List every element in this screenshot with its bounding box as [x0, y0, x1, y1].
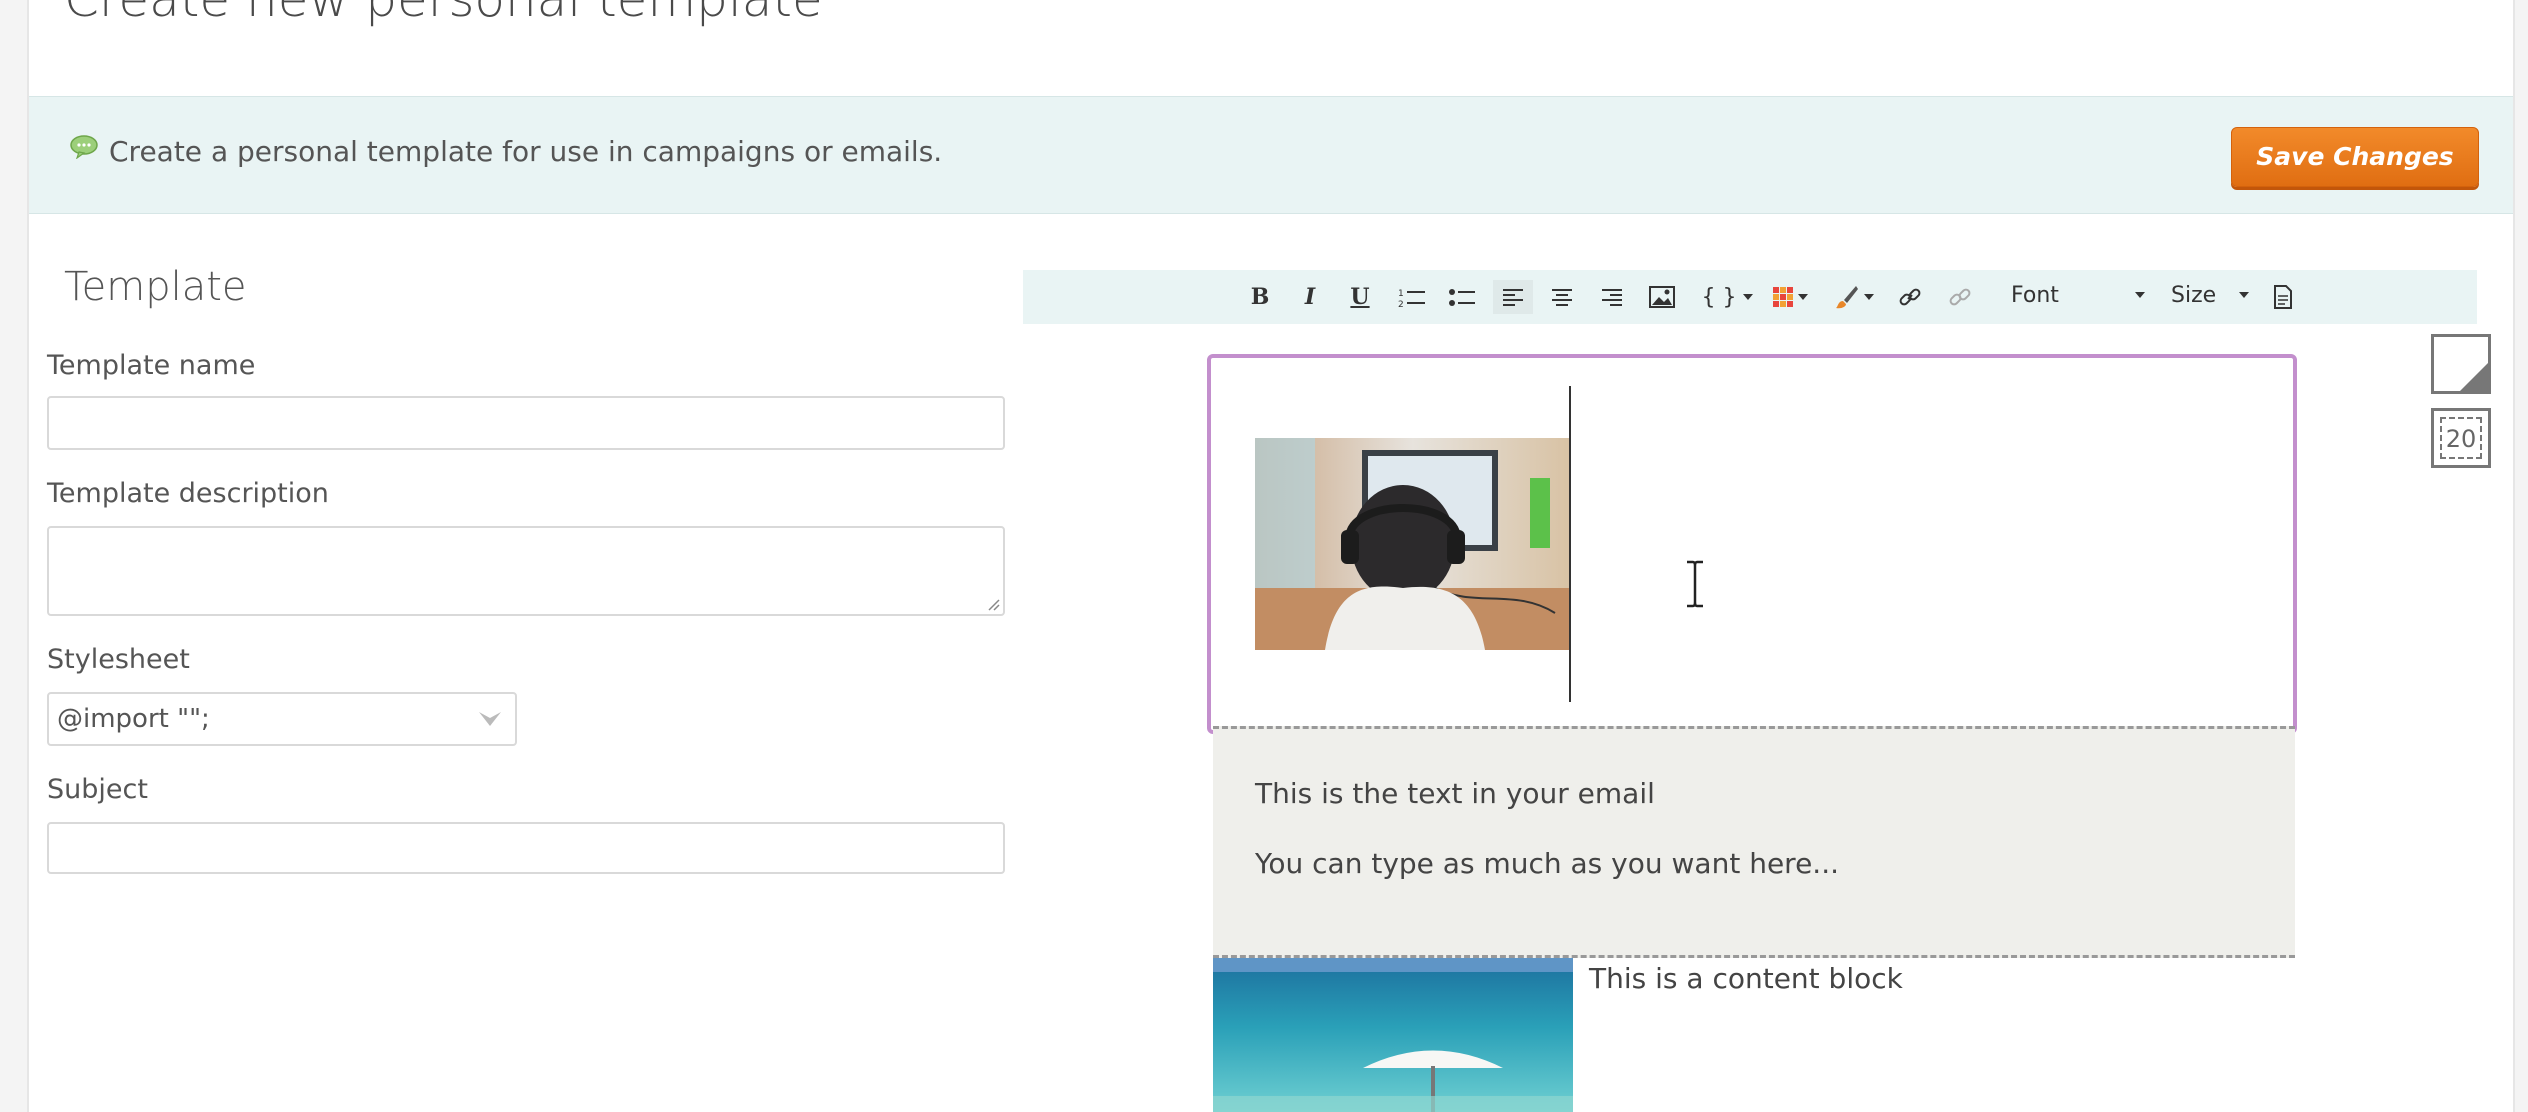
template-name-label: Template name: [47, 350, 256, 381]
text-content-block[interactable]: This is the text in your email You can t…: [1213, 726, 2295, 958]
subject-input[interactable]: [47, 822, 1005, 874]
stylesheet-value: @import "";: [57, 704, 210, 734]
resize-grip-icon[interactable]: [986, 597, 1000, 611]
font-dropdown-label: Font: [2011, 283, 2059, 308]
color-button[interactable]: [1831, 280, 1877, 314]
chevron-down-icon: [479, 712, 501, 726]
stylesheet-label: Stylesheet: [47, 644, 190, 675]
svg-text:1: 1: [1398, 289, 1404, 299]
source-icon[interactable]: [2267, 280, 2299, 314]
size-dropdown[interactable]: Size: [2171, 278, 2253, 314]
color-brush-icon: [1836, 286, 1858, 309]
align-left-icon[interactable]: [1493, 280, 1533, 314]
caret-down-icon: [2239, 292, 2249, 298]
ordered-list-icon[interactable]: 12: [1395, 280, 1429, 314]
info-message: Create a personal template for use in ca…: [109, 135, 943, 168]
align-center-icon[interactable]: [1545, 280, 1579, 314]
unlink-icon[interactable]: [1943, 280, 1977, 314]
blank-layout-icon[interactable]: [2431, 334, 2491, 394]
template-description-field[interactable]: [47, 526, 1005, 616]
merge-field-button[interactable]: { }: [1697, 280, 1757, 314]
layout-count: 20: [2440, 417, 2482, 459]
layout-count-icon[interactable]: 20: [2431, 408, 2491, 468]
info-bar: Create a personal template for use in ca…: [29, 96, 2513, 214]
size-dropdown-label: Size: [2171, 283, 2217, 308]
page-title: Create new personal template: [64, 0, 823, 28]
unordered-list-icon[interactable]: [1445, 280, 1479, 314]
font-dropdown[interactable]: Font: [2011, 278, 2149, 314]
speech-bubble-icon: [69, 135, 99, 160]
svg-text:2: 2: [1398, 300, 1404, 308]
bold-button[interactable]: B: [1245, 280, 1275, 314]
stylesheet-select[interactable]: @import "";: [47, 692, 517, 746]
caret-down-icon: [1798, 294, 1808, 300]
editor-toolbar: B I U 12 { } Font Size: [1023, 270, 2477, 324]
italic-button[interactable]: I: [1295, 280, 1325, 314]
save-changes-button[interactable]: Save Changes: [2231, 127, 2479, 187]
text-cursor-icon: [1687, 560, 1703, 608]
caret-down-icon: [2135, 292, 2145, 298]
image-icon[interactable]: [1645, 280, 1679, 314]
caret-down-icon: [1742, 294, 1753, 300]
header-image[interactable]: [1255, 438, 1571, 650]
template-description-label: Template description: [47, 478, 329, 509]
page-container: Create new personal template Create a pe…: [27, 0, 2515, 1112]
merge-field-icon: { }: [1701, 284, 1737, 310]
caret-down-icon: [1864, 294, 1874, 300]
table-icon: [1773, 287, 1793, 307]
beach-image[interactable]: [1213, 958, 1573, 1112]
content-block-text: This is a content block: [1589, 962, 1903, 995]
link-icon[interactable]: [1893, 280, 1927, 314]
template-section-title: Template: [64, 264, 247, 310]
email-text-line2: You can type as much as you want here...: [1255, 847, 1839, 880]
column-divider: [1569, 386, 1571, 702]
align-right-icon[interactable]: [1595, 280, 1629, 314]
template-name-input[interactable]: [47, 396, 1005, 450]
table-button[interactable]: [1767, 280, 1813, 314]
subject-label: Subject: [47, 774, 148, 805]
email-text-line1: This is the text in your email: [1255, 777, 1655, 810]
underline-button[interactable]: U: [1345, 280, 1375, 314]
